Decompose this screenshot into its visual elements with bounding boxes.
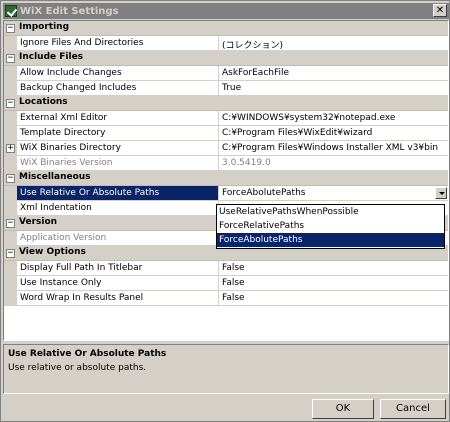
row-gutter xyxy=(4,231,17,246)
category-label: Locations xyxy=(19,97,68,107)
category-miscellaneous[interactable]: − Miscellaneous xyxy=(4,171,448,186)
property-value[interactable]: True xyxy=(219,81,448,96)
category-label: Version xyxy=(19,217,58,227)
row-gutter xyxy=(4,66,17,81)
property-name: Application Version xyxy=(17,231,219,246)
row-gutter xyxy=(4,261,17,276)
row-gutter xyxy=(4,276,17,291)
property-row-wix-binaries-version[interactable]: WiX Binaries Version 3.0.5419.0 xyxy=(4,156,448,171)
expand-icon[interactable]: + xyxy=(6,144,15,153)
property-name: Display Full Path In Titlebar xyxy=(17,261,219,276)
property-row-template-directory[interactable]: Template Directory C:¥Program Files¥WixE… xyxy=(4,126,448,141)
property-row-wix-binaries-directory[interactable]: + WiX Binaries Directory C:¥Program File… xyxy=(4,141,448,156)
category-label: View Options xyxy=(19,247,86,257)
category-locations[interactable]: − Locations xyxy=(4,96,448,111)
collapse-icon[interactable]: − xyxy=(6,249,15,258)
row-gutter xyxy=(4,81,17,96)
property-row-ignore-files[interactable]: Ignore Files And Directories (コレクション) xyxy=(4,36,448,51)
category-label: Importing xyxy=(19,22,70,32)
property-value[interactable]: C:¥Program Files¥WixEdit¥wizard xyxy=(219,126,448,141)
property-row-external-xml-editor[interactable]: External Xml Editor C:¥WINDOWS¥system32¥… xyxy=(4,111,448,126)
property-value[interactable]: False xyxy=(219,261,448,276)
property-value[interactable]: False xyxy=(219,276,448,291)
property-grid: − Importing Ignore Files And Directories… xyxy=(3,20,449,341)
close-button[interactable]: ✕ xyxy=(433,4,447,17)
collapse-icon[interactable]: − xyxy=(6,174,15,183)
property-value[interactable]: AskForEachFile xyxy=(219,66,448,81)
collapse-icon[interactable]: − xyxy=(6,54,15,63)
property-name: WiX Binaries Directory xyxy=(17,141,219,156)
property-value-text: ForceAbolutePaths xyxy=(222,188,306,198)
settings-window: WiX Edit Settings ✕ − Importing Ignore F… xyxy=(0,0,450,422)
property-row-use-relative-or-absolute-paths[interactable]: Use Relative Or Absolute Paths ForceAbol… xyxy=(4,186,448,201)
property-value[interactable]: (コレクション) xyxy=(219,36,448,51)
property-value[interactable]: False xyxy=(219,291,448,306)
property-name: Backup Changed Includes xyxy=(17,81,219,96)
row-gutter xyxy=(4,126,17,141)
cancel-button[interactable]: Cancel xyxy=(380,399,446,419)
row-gutter xyxy=(4,186,17,201)
dropdown-option-selected[interactable]: ForceAbolutePaths xyxy=(217,233,444,247)
dropdown-arrow-icon[interactable] xyxy=(435,187,447,199)
property-name: Template Directory xyxy=(17,126,219,141)
row-gutter xyxy=(4,36,17,51)
category-label: Include Files xyxy=(19,52,84,62)
property-value[interactable]: C:¥Program Files¥Windows Installer XML v… xyxy=(219,141,448,156)
collapse-icon[interactable]: − xyxy=(6,24,15,33)
row-gutter xyxy=(4,291,17,306)
collapse-icon[interactable]: − xyxy=(6,99,15,108)
property-name: Word Wrap In Results Panel xyxy=(17,291,219,306)
row-gutter xyxy=(4,156,17,171)
title-bar[interactable]: WiX Edit Settings ✕ xyxy=(3,3,449,19)
help-description: Use relative or absolute paths. xyxy=(8,363,147,373)
wix-app-icon xyxy=(5,5,17,17)
dropdown-option[interactable]: ForceRelativePaths xyxy=(217,219,444,233)
property-name: External Xml Editor xyxy=(17,111,219,126)
paths-dropdown-list: UseRelativePathsWhenPossible ForceRelati… xyxy=(216,204,445,249)
property-row-use-instance-only[interactable]: Use Instance Only False xyxy=(4,276,448,291)
property-name: Use Instance Only xyxy=(17,276,219,291)
property-name: WiX Binaries Version xyxy=(17,156,219,171)
collapse-icon[interactable]: − xyxy=(6,219,15,228)
ok-button[interactable]: OK xyxy=(312,399,374,419)
category-label: Miscellaneous xyxy=(19,172,91,182)
property-value[interactable]: ForceAbolutePaths xyxy=(219,186,448,201)
property-name: Xml Indentation xyxy=(17,201,219,216)
category-importing[interactable]: − Importing xyxy=(4,21,448,36)
property-row-backup-changed-includes[interactable]: Backup Changed Includes True xyxy=(4,81,448,96)
property-value: 3.0.5419.0 xyxy=(219,156,448,171)
category-include-files[interactable]: − Include Files xyxy=(4,51,448,66)
help-panel: Use Relative Or Absolute Paths Use relat… xyxy=(3,344,449,394)
property-row-allow-include-changes[interactable]: Allow Include Changes AskForEachFile xyxy=(4,66,448,81)
row-gutter xyxy=(4,111,17,126)
property-row-word-wrap[interactable]: Word Wrap In Results Panel False xyxy=(4,291,448,306)
row-gutter xyxy=(4,201,17,216)
property-row-display-full-path[interactable]: Display Full Path In Titlebar False xyxy=(4,261,448,276)
property-name: Use Relative Or Absolute Paths xyxy=(17,186,219,201)
property-name: Ignore Files And Directories xyxy=(17,36,219,51)
help-title: Use Relative Or Absolute Paths xyxy=(8,349,167,359)
dropdown-option[interactable]: UseRelativePathsWhenPossible xyxy=(217,205,444,219)
property-name: Allow Include Changes xyxy=(17,66,219,81)
window-title: WiX Edit Settings xyxy=(20,5,119,17)
property-value[interactable]: C:¥WINDOWS¥system32¥notepad.exe xyxy=(219,111,448,126)
